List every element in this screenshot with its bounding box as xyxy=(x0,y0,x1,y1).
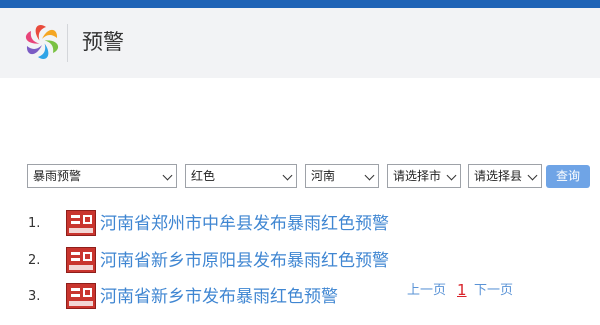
warning-type-value: 暴雨预警 xyxy=(33,169,82,183)
item-number: 2. xyxy=(28,253,41,268)
rainstorm-red-warning-icon xyxy=(66,210,96,236)
chevron-down-icon xyxy=(446,170,457,181)
chevron-down-icon xyxy=(364,170,375,181)
warning-link[interactable]: 河南省新乡市发布暴雨红色预警 xyxy=(100,285,338,309)
chevron-down-icon xyxy=(162,170,173,181)
warning-color-select[interactable]: 红色 xyxy=(185,164,297,188)
list-item[interactable]: 1. 河南省郑州市中牟县发布暴雨红色预警 xyxy=(0,210,420,238)
province-value: 河南 xyxy=(311,169,336,183)
current-page-number[interactable]: 1 xyxy=(457,281,467,299)
page-title: 预警 xyxy=(82,30,124,54)
city-select[interactable]: 请选择市 xyxy=(387,164,461,188)
top-bar xyxy=(0,0,600,8)
item-number: 1. xyxy=(28,216,41,231)
chevron-down-icon xyxy=(282,170,293,181)
warning-color-value: 红色 xyxy=(191,169,216,183)
header-divider xyxy=(67,24,68,62)
city-value: 请选择市 xyxy=(393,169,442,183)
province-select[interactable]: 河南 xyxy=(305,164,379,188)
item-number: 3. xyxy=(28,289,41,304)
rainstorm-red-warning-icon xyxy=(66,283,96,309)
chevron-down-icon xyxy=(527,170,538,181)
warning-type-select[interactable]: 暴雨预警 xyxy=(27,164,177,188)
list-item[interactable]: 2. 河南省新乡市原阳县发布暴雨红色预警 xyxy=(0,247,420,275)
warning-link[interactable]: 河南省郑州市中牟县发布暴雨红色预警 xyxy=(100,212,389,236)
header: 预警 xyxy=(0,8,600,78)
next-page-link[interactable]: 下一页 xyxy=(474,282,513,300)
rainbow-logo-icon xyxy=(25,24,59,60)
county-value: 请选择县 xyxy=(474,169,523,183)
query-button[interactable]: 查询 xyxy=(546,165,590,188)
prev-page-link[interactable]: 上一页 xyxy=(407,282,446,300)
rainstorm-red-warning-icon xyxy=(66,247,96,273)
list-item[interactable]: 3. 河南省新乡市发布暴雨红色预警 xyxy=(0,283,420,311)
county-select[interactable]: 请选择县 xyxy=(468,164,542,188)
warning-link[interactable]: 河南省新乡市原阳县发布暴雨红色预警 xyxy=(100,249,389,273)
